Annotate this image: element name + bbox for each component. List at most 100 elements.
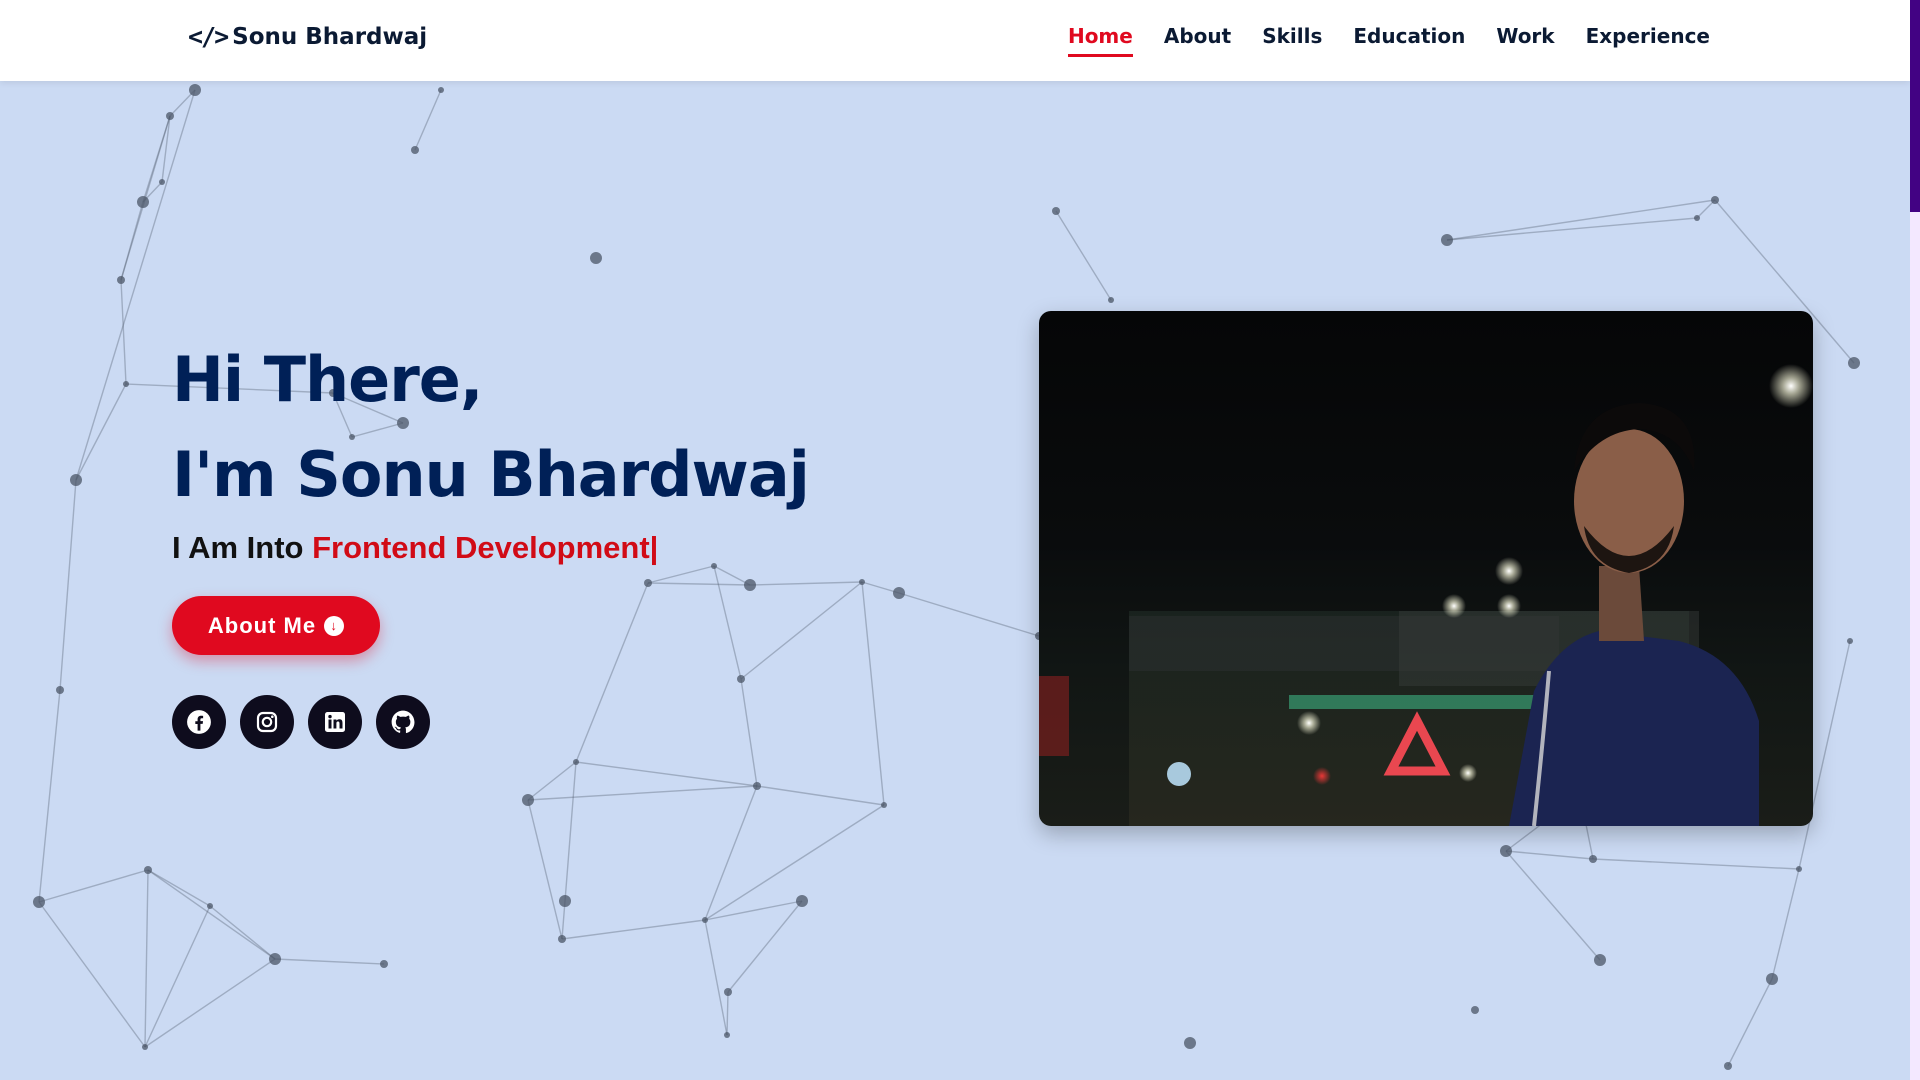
facebook-link[interactable] [172, 695, 226, 749]
hero-section: Hi There, I'm Sonu Bhardwaj I Am Into Fr… [172, 332, 810, 566]
particle-node [166, 112, 174, 120]
particle-link [38, 901, 146, 1048]
particle-link [144, 905, 211, 1048]
linkedin-link[interactable] [308, 695, 362, 749]
particle-link [161, 115, 171, 183]
brand-logo[interactable]: </> Sonu Bhardwaj [188, 22, 427, 51]
particle-node [1711, 196, 1719, 204]
particle-node [142, 1044, 148, 1050]
nav-experience[interactable]: Experience [1586, 24, 1710, 57]
github-link[interactable] [376, 695, 430, 749]
page-scrollbar[interactable] [1910, 0, 1920, 1080]
particle-node [117, 276, 125, 284]
particle-link [756, 785, 885, 806]
particle-node [1724, 1062, 1732, 1070]
particle-node [859, 579, 865, 585]
particle-link [1727, 978, 1773, 1067]
particle-link [898, 592, 1040, 637]
particle-link [575, 582, 649, 763]
particle-node [737, 675, 745, 683]
particle-link [740, 678, 758, 787]
instagram-icon [256, 711, 278, 733]
particle-node [438, 87, 444, 93]
particle-link [1771, 868, 1800, 980]
particle-link [144, 958, 276, 1048]
particle-node [1847, 638, 1853, 644]
hero-greeting: Hi There, [172, 343, 483, 416]
nav-education[interactable]: Education [1353, 24, 1465, 57]
tagline-prefix: I Am Into [172, 530, 304, 565]
arrow-down-circle-icon: ↓ [324, 615, 345, 636]
particle-node [724, 988, 732, 996]
particle-node [724, 1032, 730, 1038]
particle-node [189, 84, 201, 96]
particle-link [527, 785, 758, 801]
particle-link [647, 565, 715, 584]
about-me-label: About Me [207, 612, 317, 638]
particle-node [207, 903, 213, 909]
typed-text: Frontend Development [312, 530, 650, 565]
particle-link [726, 991, 729, 1036]
about-me-button[interactable]: About Me ↓ [172, 596, 380, 655]
brand-name: Sonu Bhardwaj [232, 23, 428, 50]
particle-node [796, 895, 808, 907]
main-nav: Home About Skills Education Work Experie… [1037, 24, 1710, 57]
instagram-link[interactable] [240, 695, 294, 749]
particle-node [137, 196, 149, 208]
particle-node [1796, 866, 1802, 872]
particle-node [1052, 207, 1060, 215]
linkedin-icon [325, 712, 345, 732]
nav-skills[interactable]: Skills [1262, 24, 1322, 57]
particle-node [56, 686, 64, 694]
particle-node [1184, 1037, 1196, 1049]
particle-link [740, 581, 863, 680]
particle-link [704, 919, 728, 1036]
particle-link [144, 869, 149, 1048]
hero-tagline: I Am Into Frontend Development| [172, 530, 809, 566]
particle-node [1589, 855, 1597, 863]
particle-node [269, 953, 281, 965]
hero-name: I'm Sonu Bhardwaj [172, 438, 810, 511]
code-icon: </> [188, 22, 229, 51]
particle-link [1505, 850, 1594, 860]
particle-node [1500, 845, 1512, 857]
particle-link [713, 565, 751, 586]
particle-node [1108, 297, 1114, 303]
particle-link [147, 869, 276, 960]
particle-link [1505, 850, 1601, 961]
nav-home[interactable]: Home [1067, 24, 1133, 57]
particle-link [274, 958, 385, 965]
particle-node [33, 896, 45, 908]
particle-link [561, 919, 706, 940]
particle-node [881, 802, 887, 808]
particle-node [159, 179, 165, 185]
particle-link [727, 900, 803, 993]
particle-node [644, 579, 652, 587]
social-links [172, 695, 444, 749]
particle-node [573, 759, 579, 765]
particle-link [59, 479, 77, 691]
particle-node [144, 866, 152, 874]
particle-link [564, 761, 577, 902]
particle-link [575, 761, 758, 787]
profile-photo [1039, 311, 1813, 826]
particle-node [558, 935, 566, 943]
particle-node [1694, 215, 1700, 221]
particle-link [749, 581, 863, 586]
particle-link [147, 869, 211, 907]
particle-node [1766, 973, 1778, 985]
nav-about[interactable]: About [1164, 24, 1231, 57]
nav-work[interactable]: Work [1496, 24, 1554, 57]
particle-link [414, 89, 442, 151]
particle-link [647, 582, 751, 586]
particle-node [753, 782, 761, 790]
scrollbar-thumb[interactable] [1910, 0, 1920, 212]
site-header: </> Sonu Bhardwaj Home About Skills Educ… [0, 0, 1910, 81]
particle-node [702, 917, 708, 923]
particle-link [1055, 210, 1112, 301]
particle-node [123, 381, 129, 387]
particle-link [704, 785, 758, 921]
particle-node [590, 252, 602, 264]
particle-node [559, 895, 571, 907]
particle-node [1441, 234, 1453, 246]
